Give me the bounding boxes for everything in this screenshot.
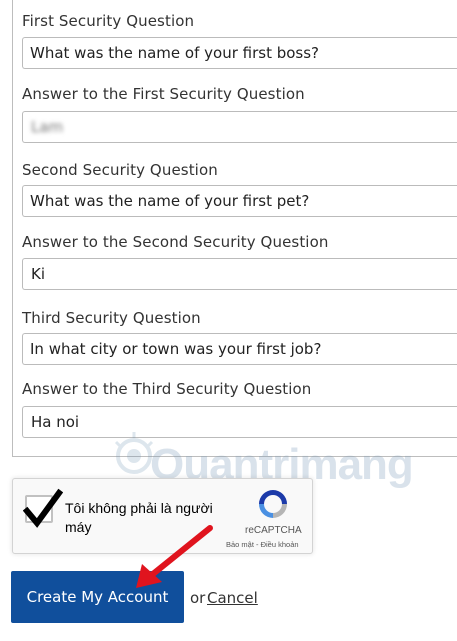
second-answer-label: Answer to the Second Security Question: [22, 233, 329, 251]
or-text: or: [190, 589, 206, 607]
second-question-select[interactable]: What was the name of your first pet?: [22, 185, 457, 217]
first-answer-value: Lam: [31, 118, 64, 136]
recaptcha-widget: Tôi không phải là người máy reCAPTCHA Bả…: [12, 478, 313, 554]
second-answer-input[interactable]: Ki: [22, 258, 457, 290]
cancel-link[interactable]: Cancel: [207, 589, 258, 607]
third-answer-label: Answer to the Third Security Question: [22, 380, 312, 398]
recaptcha-links[interactable]: Bảo mật - Điều khoản: [226, 540, 299, 549]
checkmark-icon: [23, 488, 63, 528]
recaptcha-label: Tôi không phải là người máy: [65, 500, 213, 535]
third-answer-input[interactable]: Ha noi: [22, 406, 457, 438]
first-question-select[interactable]: What was the name of your first boss?: [22, 37, 457, 69]
create-account-button[interactable]: Create My Account: [11, 571, 184, 623]
second-question-label: Second Security Question: [22, 161, 218, 179]
first-answer-input[interactable]: Lam: [22, 111, 457, 143]
first-answer-label: Answer to the First Security Question: [22, 85, 305, 103]
recaptcha-brand: reCAPTCHA: [245, 525, 302, 536]
first-question-label: First Security Question: [22, 12, 195, 30]
third-question-label: Third Security Question: [22, 309, 201, 327]
recaptcha-logo-icon: [259, 490, 287, 518]
third-question-select[interactable]: In what city or town was your first job?: [22, 333, 457, 365]
recaptcha-checkbox[interactable]: [23, 488, 63, 528]
